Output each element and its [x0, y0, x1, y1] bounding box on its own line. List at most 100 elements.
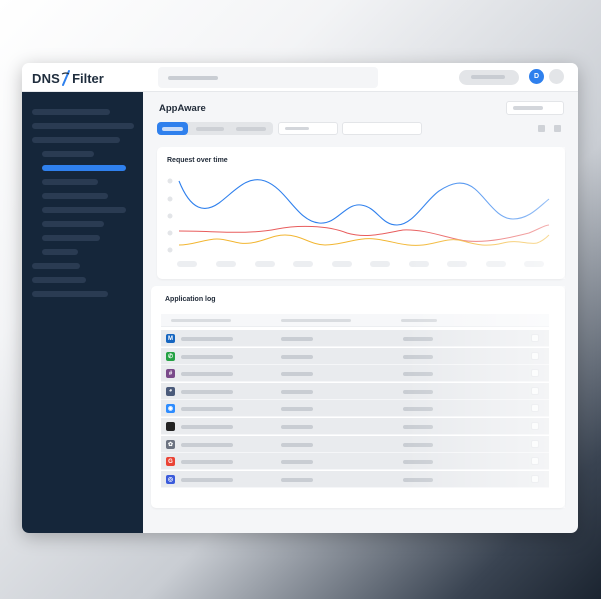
app-window: DNS Filter D AppAware Request over time … — [22, 63, 578, 533]
row-checkbox[interactable] — [531, 474, 539, 483]
x-tick — [524, 261, 544, 267]
sidebar-subitem-appaware[interactable] — [42, 165, 126, 171]
top-bar: DNS Filter D — [22, 63, 578, 92]
list-view-icon[interactable] — [554, 125, 561, 132]
tab[interactable] — [191, 122, 229, 135]
requests-placeholder — [403, 407, 433, 412]
x-tick — [370, 261, 390, 267]
request-chart — [167, 178, 550, 267]
discord-icon: ◕ — [166, 386, 175, 396]
logo-slash-icon — [61, 70, 71, 86]
sidebar-item[interactable] — [32, 137, 120, 143]
chatgpt-icon: ✿ — [166, 439, 175, 449]
sidebar-subitem[interactable] — [42, 221, 104, 227]
table-row[interactable]: ✿ — [161, 435, 549, 453]
organization-selector[interactable] — [459, 70, 519, 85]
sidebar-subitem[interactable] — [42, 193, 108, 199]
sidebar-subitem[interactable] — [42, 207, 126, 213]
column-header-requests — [401, 319, 437, 322]
column-header-category — [281, 319, 351, 322]
application-name-placeholder — [181, 337, 233, 341]
application-name-placeholder — [181, 425, 233, 429]
sidebar-subitem[interactable] — [42, 179, 98, 185]
tab[interactable] — [231, 122, 271, 135]
page-title: AppAware — [159, 103, 206, 114]
slack-icon: # — [166, 369, 175, 379]
logo-text-filter: Filter — [72, 70, 104, 86]
search-placeholder — [168, 76, 218, 80]
table-row[interactable]: M — [161, 330, 549, 347]
table-row[interactable]: ◎ — [161, 470, 549, 488]
sidebar-item[interactable] — [32, 109, 110, 115]
table-row[interactable]: G — [161, 453, 549, 471]
y-tick — [167, 213, 173, 219]
grid-view-icon[interactable] — [538, 125, 545, 132]
category-placeholder — [281, 477, 313, 482]
y-tick — [167, 247, 173, 253]
sidebar-item[interactable] — [32, 291, 108, 297]
x-tick — [486, 261, 506, 267]
application-name-placeholder — [181, 354, 233, 359]
category-placeholder — [281, 407, 313, 412]
tab-active[interactable] — [157, 122, 188, 135]
logo-text-dns: DNS — [32, 70, 61, 86]
table-row[interactable]: # — [161, 365, 549, 383]
sidebar-item[interactable] — [32, 263, 80, 269]
category-placeholder — [281, 425, 313, 429]
main-content: AppAware Request over time Application l… — [143, 92, 578, 533]
category-placeholder — [281, 354, 313, 359]
messenger-icon: ◎ — [166, 474, 175, 484]
dnsfilter-logo[interactable]: DNS Filter — [32, 69, 104, 87]
y-tick — [167, 230, 173, 236]
application-name-placeholder — [181, 372, 233, 377]
sidebar-subitem[interactable] — [42, 151, 94, 157]
x-tick — [447, 261, 467, 267]
sidebar-item[interactable] — [32, 277, 86, 283]
row-checkbox[interactable] — [531, 351, 539, 360]
table-row[interactable]: ✆ — [161, 347, 549, 365]
series-blue-line — [178, 179, 550, 226]
table-row[interactable] — [161, 418, 549, 435]
filter-placeholder — [285, 127, 309, 130]
google-icon: G — [166, 457, 175, 467]
requests-placeholder — [403, 389, 433, 394]
sidebar-item[interactable] — [32, 123, 134, 129]
organization-placeholder — [471, 75, 505, 79]
sidebar-subitem[interactable] — [42, 249, 78, 255]
requests-placeholder — [403, 425, 433, 429]
requests-placeholder — [403, 337, 433, 341]
application-name-placeholder — [181, 389, 233, 394]
table-row[interactable]: ◉ — [161, 400, 549, 418]
tab-label-placeholder — [236, 126, 266, 131]
tab-label-placeholder — [162, 126, 183, 131]
column-header-application — [171, 319, 231, 322]
global-search-input[interactable] — [158, 67, 378, 88]
category-placeholder — [281, 442, 313, 447]
request-chart-card: Request over time — [157, 147, 565, 279]
filter-input[interactable] — [278, 122, 338, 135]
table-row[interactable]: ◕ — [161, 382, 549, 400]
user-avatar[interactable]: D — [529, 69, 544, 84]
sidebar-subitem[interactable] — [42, 235, 100, 241]
sidebar — [22, 92, 143, 533]
date-range-select[interactable] — [506, 101, 564, 115]
x-tick — [293, 261, 313, 267]
help-button[interactable] — [549, 69, 564, 84]
row-checkbox[interactable] — [531, 369, 539, 378]
category-placeholder — [281, 389, 313, 394]
date-range-placeholder — [513, 106, 543, 110]
application-name-placeholder — [181, 407, 233, 412]
row-checkbox[interactable] — [531, 439, 539, 448]
requests-placeholder — [403, 442, 433, 447]
apple-icon — [166, 422, 175, 431]
category-placeholder — [281, 372, 313, 377]
log-title: Application log — [165, 296, 216, 303]
search-filter-input[interactable] — [342, 122, 422, 135]
row-checkbox[interactable] — [531, 457, 539, 466]
row-checkbox[interactable] — [531, 404, 539, 413]
row-checkbox[interactable] — [531, 334, 539, 342]
x-tick — [409, 261, 429, 267]
row-checkbox[interactable] — [531, 386, 539, 395]
x-tick — [332, 261, 352, 267]
row-checkbox[interactable] — [531, 422, 539, 430]
